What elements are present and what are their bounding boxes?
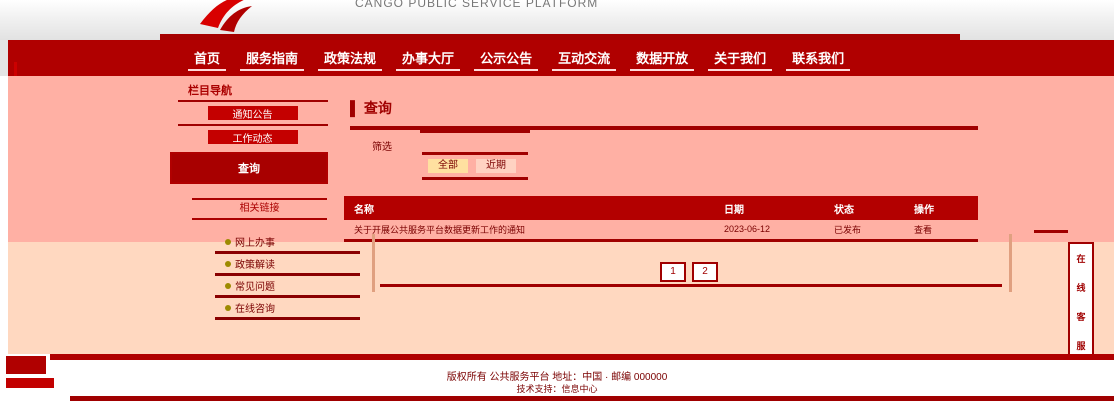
pagination: 1 2 (660, 262, 718, 282)
red-swoosh-logo[interactable] (190, 0, 260, 32)
pager-divider (380, 284, 1002, 287)
footer-support: 技术支持：信息中心 (516, 384, 598, 394)
sidebar-list-item[interactable]: 在线咨询 (215, 298, 360, 320)
sidebar: 栏目导航 通知公告 工作动态 查询 相关链接 (170, 82, 335, 242)
sidebar-list-label: 常见问题 (235, 282, 275, 293)
filter-button-recent[interactable]: 近期 (476, 159, 516, 173)
page-link-1[interactable]: 1 (660, 262, 686, 282)
column-header-date[interactable]: 日期 (714, 196, 824, 220)
nav-item-notices[interactable]: 公示公告 (474, 46, 539, 71)
nav-item-data[interactable]: 数据开放 (630, 46, 695, 71)
sidebar-list: 网上办事 政策解读 常见问题 在线咨询 (215, 232, 360, 320)
widget-glyph: 服 (1076, 341, 1086, 351)
sidebar-list-item[interactable]: 常见问题 (215, 276, 360, 298)
table-header-row: 名称 日期 状态 操作 (344, 196, 978, 220)
footer-top-band (50, 354, 1114, 360)
sidebar-active-label: 查询 (238, 163, 260, 175)
left-stripe (0, 76, 8, 354)
nav-item-interaction[interactable]: 互动交流 (552, 46, 617, 71)
bullet-icon (225, 238, 231, 245)
widget-glyph: 客 (1076, 312, 1086, 322)
sidebar-button-news[interactable]: 工作动态 (207, 130, 298, 145)
filter-label: 筛选 (372, 142, 392, 153)
title-marker-icon: ▌ (350, 100, 360, 116)
filter-button-all[interactable]: 全部 (428, 159, 468, 173)
sidebar-list-item[interactable]: 网上办事 (215, 232, 360, 254)
sidebar-divider (178, 124, 328, 126)
nav-menu: 首页 服务指南 政策法规 办事大厅 公示公告 互动交流 数据开放 关于我们 联系… (188, 46, 851, 71)
nav-item-home[interactable]: 首页 (188, 46, 227, 71)
page-title: ▌ 查询 (350, 98, 980, 118)
sidebar-item-query-active[interactable]: 查询 (170, 152, 328, 184)
site-title: CANGO PUBLIC SERVICE PLATFORM (355, 0, 599, 10)
online-service-widget[interactable]: 在 线 客 服 (1068, 242, 1094, 362)
sidebar-list-label: 网上办事 (235, 238, 275, 249)
main-content: ▌ 查询 筛选 全部 近期 名称 日期 状态 操作 关于开展公共服务平台数据更新… (344, 98, 980, 242)
column-header-action[interactable]: 操作 (904, 196, 978, 220)
nav-item-policy[interactable]: 政策法规 (318, 46, 383, 71)
filter-group: 全部 近期 (422, 152, 528, 180)
sidebar-list-label: 政策解读 (235, 260, 275, 271)
bullet-icon (225, 260, 231, 267)
page-link-2[interactable]: 2 (692, 262, 718, 282)
sub-divider (420, 130, 530, 133)
page-title-text: 查询 (363, 100, 392, 116)
site-header: CANGO PUBLIC SERVICE PLATFORM (0, 0, 1114, 40)
widget-connector (1034, 230, 1068, 233)
bullet-icon (225, 282, 231, 289)
sidebar-divider (178, 100, 328, 102)
sidebar-button-notices[interactable]: 通知公告 (207, 106, 298, 121)
site-footer: 版权所有 公共服务平台 地址：中国 · 邮编 000000 技术支持：信息中心 (0, 354, 1114, 407)
sidebar-heading: 栏目导航 (188, 85, 232, 97)
sidebar-list-label: 在线咨询 (235, 304, 275, 315)
nav-item-contact[interactable]: 联系我们 (786, 46, 851, 71)
widget-glyph: 在 (1076, 254, 1086, 264)
nav-item-about[interactable]: 关于我们 (708, 46, 773, 71)
footer-copyright: 版权所有 公共服务平台 地址：中国 · 邮编 000000 (446, 372, 668, 383)
column-header-name[interactable]: 名称 (344, 196, 714, 220)
sidebar-links-heading: 相关链接 (192, 198, 327, 220)
column-header-status[interactable]: 状态 (824, 196, 904, 220)
footer-bottom-bar (70, 396, 1114, 401)
widget-glyph: 线 (1076, 283, 1086, 293)
nav-item-guide[interactable]: 服务指南 (240, 46, 305, 71)
main-navbar: 首页 服务指南 政策法规 办事大厅 公示公告 互动交流 数据开放 关于我们 联系… (8, 40, 1114, 76)
nav-item-hall[interactable]: 办事大厅 (396, 46, 461, 71)
sidebar-list-item[interactable]: 政策解读 (215, 254, 360, 276)
navbar-left-edge (0, 40, 8, 76)
bullet-icon (225, 304, 231, 311)
